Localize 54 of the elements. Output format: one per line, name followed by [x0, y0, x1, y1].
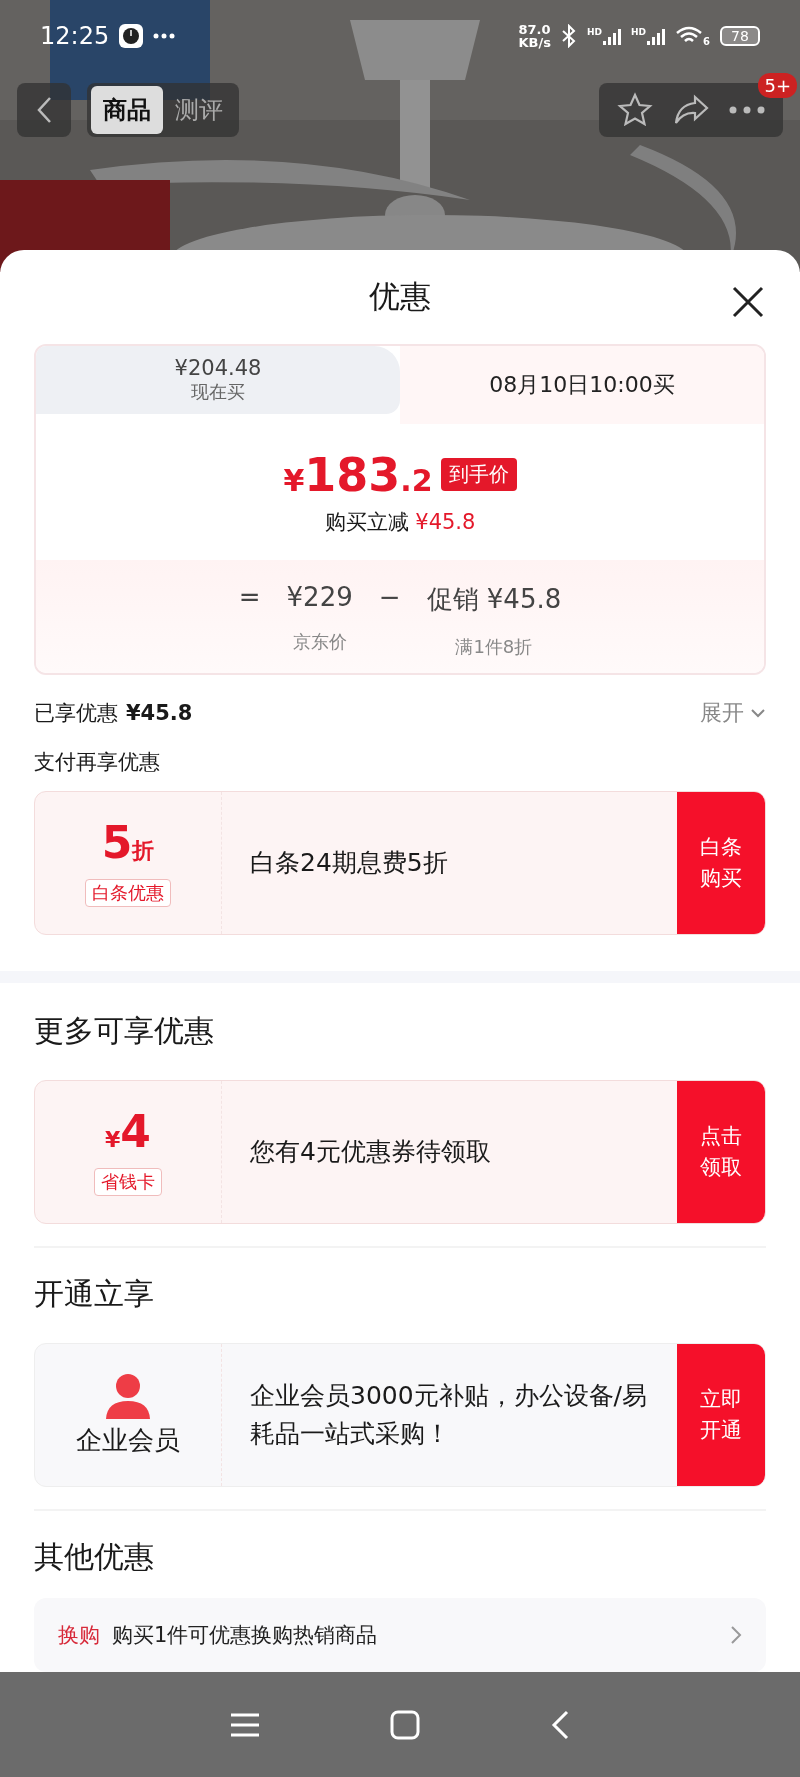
offer-action-button[interactable]: 白条购买 [677, 791, 765, 934]
chevron-right-icon [730, 1625, 742, 1645]
network-speed-unit: KB/s [518, 36, 551, 49]
nav-tab[interactable]: 测评 [163, 86, 235, 134]
battery-level: 78 [720, 26, 760, 46]
price-term: ¥229 [286, 581, 353, 612]
section-title: 支付再享优惠 [34, 748, 161, 776]
offer-action-button[interactable]: 立即开通 [677, 1344, 765, 1487]
price-tag: 到手价 [440, 458, 517, 492]
operator: = [238, 581, 261, 612]
chevron-left-icon [36, 96, 52, 124]
offer-action-button[interactable]: 点击领取 [677, 1081, 765, 1224]
back-button[interactable] [17, 83, 71, 137]
price-tab[interactable]: 08月10日10:00买 [400, 345, 764, 424]
price-caption: 京东价 [292, 629, 347, 654]
coupon-tag: 白条优惠 [85, 878, 171, 907]
network-speed: 87.0 [518, 23, 551, 36]
price-tab[interactable]: ¥204.48 现在买 [36, 345, 400, 414]
coupon-tag: 省钱卡 [94, 1168, 162, 1197]
expand-button[interactable]: 展开 [700, 698, 766, 729]
coupon-value: ¥4 [105, 1108, 151, 1160]
section-title: 更多可享优惠 [34, 1012, 215, 1051]
section-title: 其他优惠 [34, 1537, 155, 1576]
more-notifications-icon [153, 33, 176, 39]
member-label: 企业会员 [76, 1423, 180, 1457]
bluetooth-icon [561, 24, 577, 48]
clock-time: 12:25 [40, 22, 110, 50]
enjoyed-amount: ¥45.8 [126, 701, 193, 726]
discount-value: 5折 [101, 818, 155, 870]
operator: − [378, 581, 401, 612]
signal-icon [647, 27, 666, 45]
offer-text: 您有4元优惠券待领取 [250, 1136, 491, 1169]
hd-label: HD [587, 27, 602, 37]
offer-text: 白条24期息费5折 [250, 846, 448, 879]
instant-discount: 购买立减 ¥45.8 [324, 508, 476, 536]
price-caption: 满1件8折 [455, 634, 533, 659]
home-icon[interactable] [390, 1709, 420, 1740]
signal-icon [603, 27, 621, 45]
section-title: 开通立享 [34, 1275, 155, 1314]
enjoyed-label: 已享优惠 [34, 700, 118, 728]
hd-label: HD [631, 27, 647, 37]
price-term: 促销 ¥45.8 [426, 582, 562, 616]
final-price: ¥183.2 [283, 447, 433, 502]
wifi-label: 6 [703, 36, 710, 47]
menu-icon[interactable] [230, 1711, 260, 1738]
clock-app-icon [119, 24, 144, 48]
notification-badge: 5+ [758, 73, 797, 98]
sheet-title: 优惠 [369, 276, 431, 316]
offer-text: 企业会员3000元补贴，办公设备/易耗品一站式采购！ [250, 1380, 649, 1451]
nav-tab[interactable]: 商品 [91, 86, 163, 134]
chevron-down-icon [750, 708, 766, 719]
person-icon [105, 1372, 151, 1419]
back-icon[interactable] [550, 1709, 570, 1740]
offer-row[interactable]: 换购 购买1件可优惠换购热销商品 [34, 1598, 766, 1672]
